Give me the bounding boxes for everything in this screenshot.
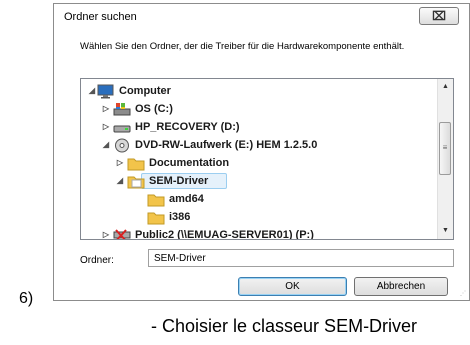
step-number: 6) <box>19 290 34 307</box>
tree-item-label: DVD-RW-Laufwerk (E:) HEM 1.2.5.0 <box>135 139 318 151</box>
folder-tree[interactable]: ◢ Computer ▷ OS (C:) ▷ HP_RECOVERY (D:) … <box>80 78 454 240</box>
tree-item-computer[interactable]: ◢ Computer <box>81 83 436 100</box>
tree-item-label: i386 <box>169 211 191 223</box>
folder-field-label: Ordner: <box>80 255 114 266</box>
tree-item-label: HP_RECOVERY (D:) <box>135 121 240 133</box>
close-button[interactable]: ⌧ <box>419 7 459 25</box>
tree-item-label: amd64 <box>169 193 204 205</box>
folder-icon <box>147 212 165 225</box>
tree-item-i386[interactable]: i386 <box>81 209 436 226</box>
dialog-title: Ordner suchen <box>64 11 137 23</box>
network-drive-icon <box>113 229 131 239</box>
drive-icon <box>113 125 131 133</box>
ok-button[interactable]: OK <box>238 277 347 296</box>
browse-folder-dialog: Ordner suchen ⌧ Wählen Sie den Ordner, d… <box>53 3 470 301</box>
tree-item-label: SEM-Driver <box>149 175 209 187</box>
expand-icon[interactable]: ▷ <box>101 104 111 114</box>
close-icon: ⌧ <box>432 9 446 23</box>
tree-item-label: OS (C:) <box>135 103 173 115</box>
folder-open-icon <box>127 176 145 189</box>
cancel-button[interactable]: Abbrechen <box>354 277 448 296</box>
resize-grip-icon[interactable]: ⋰ <box>460 290 466 297</box>
folder-icon <box>127 158 145 171</box>
tree-item-amd64[interactable]: amd64 <box>81 191 436 208</box>
expand-icon[interactable]: ▷ <box>101 122 111 132</box>
collapse-icon[interactable]: ◢ <box>87 86 97 96</box>
tree-item-sem-driver[interactable]: ◢ SEM-Driver <box>81 173 436 190</box>
expand-icon[interactable]: ▷ <box>115 158 125 168</box>
scroll-thumb[interactable]: ≡ <box>439 122 451 175</box>
tree-item-hp-recovery[interactable]: ▷ HP_RECOVERY (D:) <box>81 119 436 136</box>
os-drive-icon <box>113 103 131 116</box>
computer-icon <box>97 84 114 99</box>
collapse-icon[interactable]: ◢ <box>101 140 111 150</box>
instruction-caption: - Choisier le classeur SEM-Driver <box>151 316 418 336</box>
tree-item-dvd-drive[interactable]: ◢ DVD-RW-Laufwerk (E:) HEM 1.2.5.0 <box>81 137 436 154</box>
dvd-drive-icon <box>115 138 129 153</box>
folder-icon <box>147 194 165 207</box>
tree-item-label: Public2 (\\EMUAG-SERVER01) (P:) <box>135 229 314 240</box>
scroll-down-icon[interactable]: ▼ <box>440 224 451 238</box>
tree-scrollbar[interactable]: ▲ ≡ ▼ <box>437 79 453 239</box>
tree-item-documentation[interactable]: ▷ Documentation <box>81 155 436 172</box>
dialog-instruction: Wählen Sie den Ordner, der die Treiber f… <box>80 41 405 52</box>
expand-icon[interactable]: ▷ <box>101 230 111 239</box>
scroll-up-icon[interactable]: ▲ <box>440 80 451 94</box>
tree-item-os-drive[interactable]: ▷ OS (C:) <box>81 101 436 118</box>
folder-input[interactable] <box>148 249 454 267</box>
collapse-icon[interactable]: ◢ <box>115 176 125 186</box>
tree-item-label: Computer <box>119 85 171 97</box>
dialog-titlebar: Ordner suchen ⌧ <box>54 4 469 30</box>
tree-item-label: Documentation <box>149 157 230 169</box>
tree-item-public2[interactable]: ▷ Public2 (\\EMUAG-SERVER01) (P:) <box>81 227 436 240</box>
